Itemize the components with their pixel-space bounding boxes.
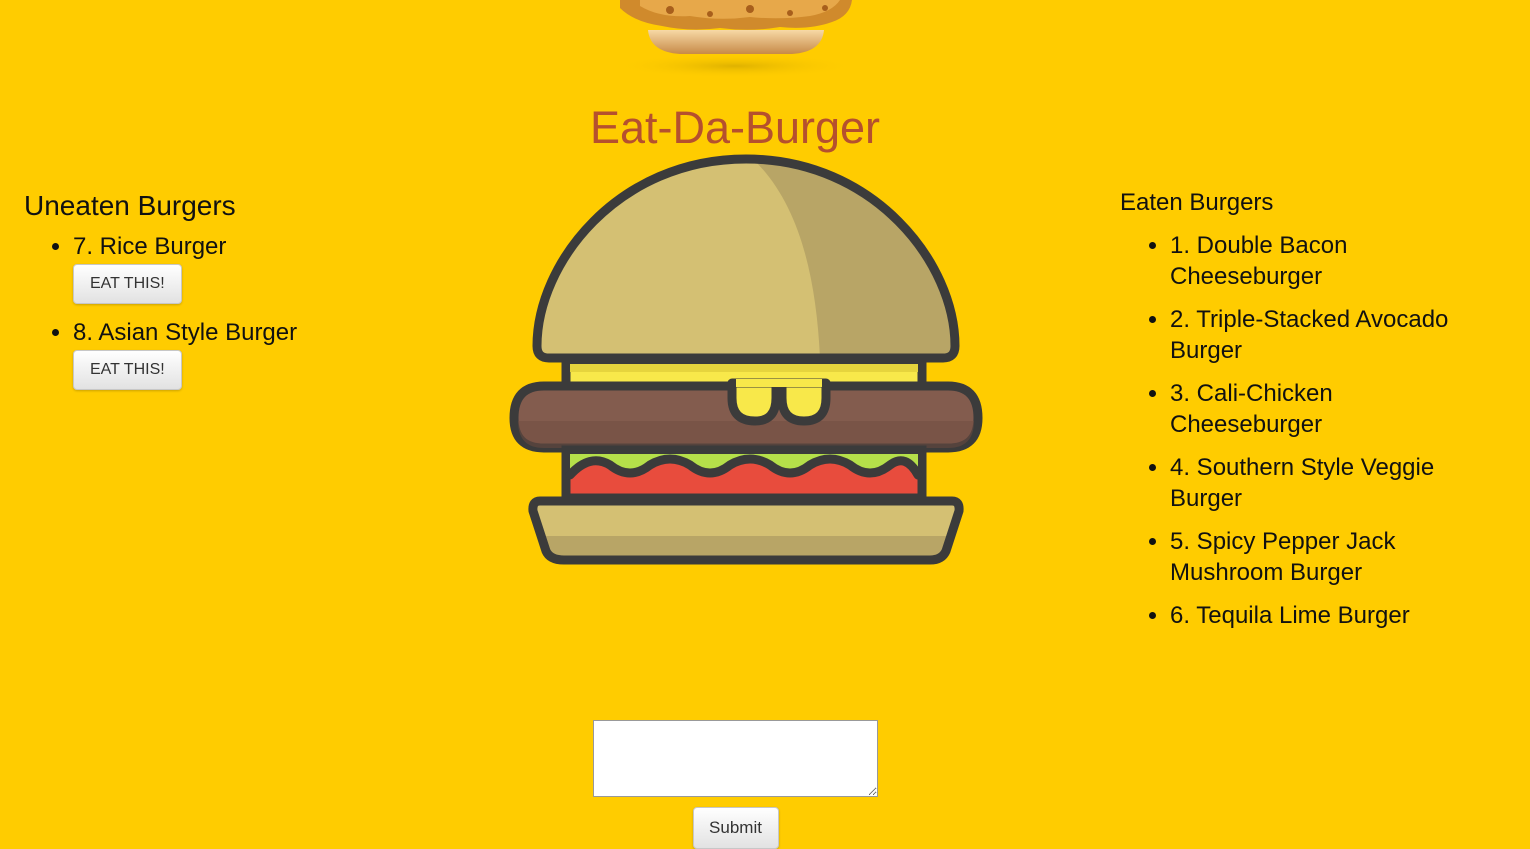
uneaten-list: 7. Rice Burger EAT THIS! 8. Asian Style … <box>24 232 424 390</box>
burger-name-input[interactable] <box>593 720 878 797</box>
burger-illustration <box>509 154 983 565</box>
eaten-heading: Eaten Burgers <box>1120 189 1274 216</box>
chicken-burger-photo <box>615 0 855 78</box>
list-item: 5. Spicy Pepper Jack Mushroom Burger <box>1170 526 1480 588</box>
add-burger-form: Submit <box>593 720 878 849</box>
list-item: 3. Cali-Chicken Cheeseburger <box>1170 378 1480 440</box>
eat-this-button[interactable]: EAT THIS! <box>73 264 182 304</box>
list-item: 4. Southern Style Veggie Burger <box>1170 452 1480 514</box>
page-title: Eat-Da-Burger <box>589 102 881 153</box>
list-item: 6. Tequila Lime Burger <box>1170 600 1480 631</box>
burger-name: 8. Asian Style Burger <box>73 319 298 346</box>
uneaten-burgers-section: Uneaten Burgers 7. Rice Burger EAT THIS!… <box>24 188 424 404</box>
burger-name: 7. Rice Burger <box>73 233 227 260</box>
uneaten-heading: Uneaten Burgers <box>24 190 236 221</box>
list-item: 2. Triple-Stacked Avocado Burger <box>1170 304 1480 366</box>
list-item: 7. Rice Burger EAT THIS! <box>73 232 424 304</box>
list-item: 1. Double Bacon Cheeseburger <box>1170 230 1480 292</box>
submit-button[interactable]: Submit <box>692 807 779 849</box>
list-item: 8. Asian Style Burger EAT THIS! <box>73 318 424 390</box>
eat-this-button[interactable]: EAT THIS! <box>73 350 182 390</box>
eaten-list: 1. Double Bacon Cheeseburger 2. Triple-S… <box>1120 230 1480 631</box>
eaten-burgers-section: Eaten Burgers 1. Double Bacon Cheeseburg… <box>1120 186 1480 643</box>
